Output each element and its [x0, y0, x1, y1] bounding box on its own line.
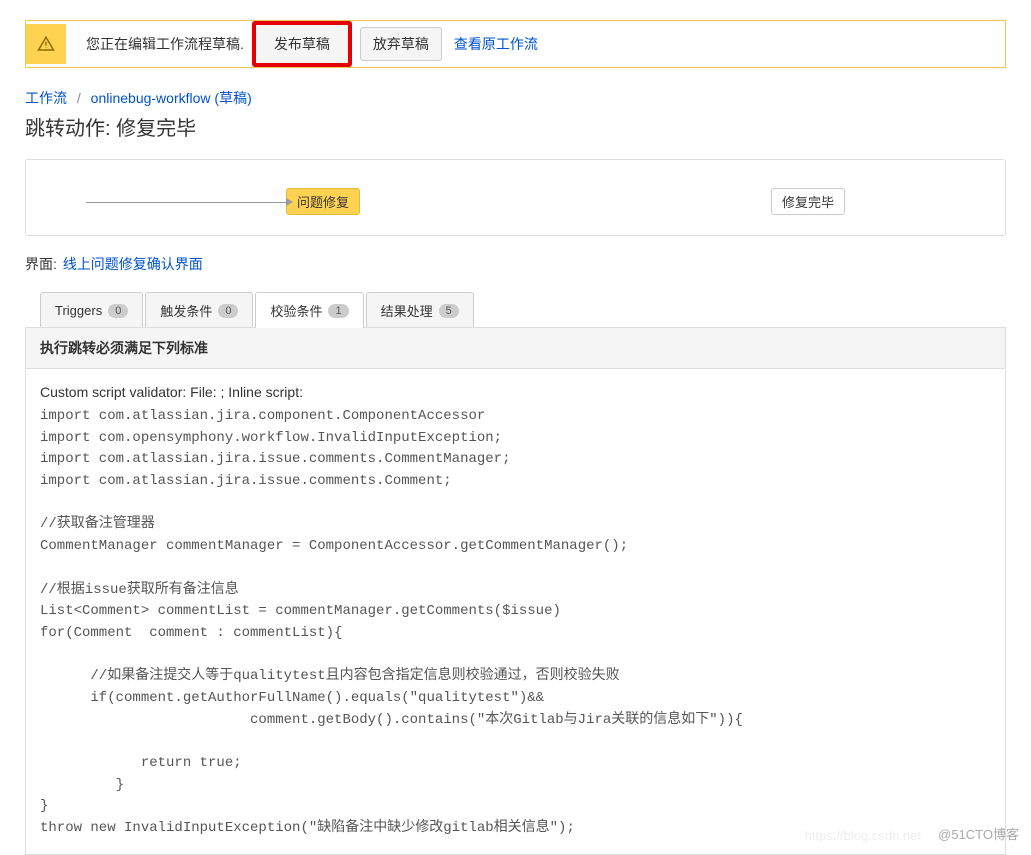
watermark: @51CTO博客	[938, 824, 1019, 843]
flow-to-status: 修复完毕	[771, 188, 845, 215]
transition-flow-box: 问题修复 修复完毕	[25, 159, 1006, 236]
warning-icon	[37, 35, 55, 53]
tab-validators[interactable]: 校验条件 1	[255, 292, 363, 328]
status-badge-from: 问题修复	[286, 188, 360, 215]
draft-alert-banner: 您正在编辑工作流程草稿. 发布草稿 放弃草稿 查看原工作流	[25, 20, 1006, 68]
flow-line-in	[86, 202, 286, 203]
tab-count: 1	[328, 304, 348, 318]
validators-section-header: 执行跳转必须满足下列标准	[25, 327, 1006, 369]
breadcrumb: 工作流 / onlinebug-workflow (草稿)	[25, 88, 1006, 108]
tab-count: 5	[439, 304, 459, 318]
page-title: 跳转动作: 修复完毕	[25, 112, 1006, 141]
tab-label: 结果处理	[381, 301, 433, 320]
screen-label: 界面:	[25, 256, 57, 272]
tab-triggers[interactable]: Triggers 0	[40, 292, 143, 328]
tab-label: 触发条件	[160, 301, 212, 320]
validators-section-body: Custom script validator: File: ; Inline …	[25, 370, 1006, 855]
breadcrumb-workflow[interactable]: onlinebug-workflow (草稿)	[91, 90, 252, 106]
status-badge-to: 修复完毕	[771, 188, 845, 215]
tab-count: 0	[108, 304, 128, 318]
tab-conditions[interactable]: 触发条件 0	[145, 292, 253, 328]
breadcrumb-root[interactable]: 工作流	[25, 90, 67, 106]
discard-draft-button[interactable]: 放弃草稿	[360, 27, 442, 61]
watermark-faint: https://blog.csdn.net	[805, 828, 921, 843]
screen-link[interactable]: 线上问题修复确认界面	[63, 256, 203, 272]
breadcrumb-separator: /	[77, 90, 81, 106]
tab-label: 校验条件	[270, 301, 322, 320]
script-validator-title: Custom script validator: File: ; Inline …	[40, 384, 991, 400]
screen-line: 界面: 线上问题修复确认界面	[25, 254, 1006, 274]
flow-from-status: 问题修复	[286, 188, 360, 215]
publish-draft-button[interactable]: 发布草稿	[252, 21, 352, 67]
alert-text: 您正在编辑工作流程草稿.	[66, 34, 244, 54]
script-code: import com.atlassian.jira.component.Comp…	[40, 406, 991, 840]
warning-icon-box	[26, 24, 66, 64]
tab-label: Triggers	[55, 303, 102, 318]
view-original-link[interactable]: 查看原工作流	[454, 34, 538, 54]
tab-post-functions[interactable]: 结果处理 5	[366, 292, 474, 328]
tabs: Triggers 0 触发条件 0 校验条件 1 结果处理 5	[40, 292, 1006, 328]
arrow-icon	[286, 198, 293, 206]
tab-count: 0	[218, 304, 238, 318]
